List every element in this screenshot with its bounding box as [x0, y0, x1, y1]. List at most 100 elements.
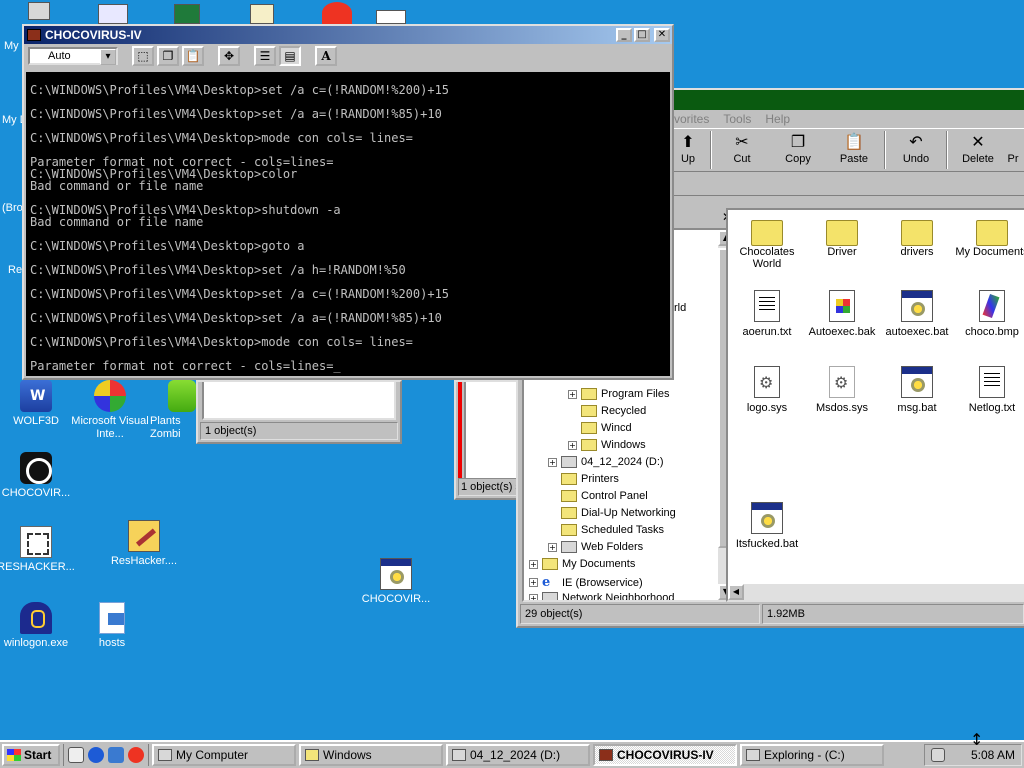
file-item[interactable]: drivers [878, 216, 956, 258]
task-exploring-c[interactable]: Exploring - (C:) [740, 744, 884, 766]
desktop-partial-label-1: My [4, 40, 19, 52]
task-windows[interactable]: Windows [299, 744, 443, 766]
up-folder-icon: ⬆ [681, 132, 695, 151]
file-item[interactable]: aoerun.txt [728, 290, 806, 338]
tree-item-dial-up-networking[interactable]: Dial-Up Networking [561, 507, 676, 519]
background-button[interactable]: ▤ [279, 46, 301, 66]
minimize-button[interactable]: _ [616, 28, 632, 42]
file-item[interactable]: Autoexec.bak [803, 290, 881, 338]
desktop-icon-winlogon[interactable]: winlogon.exe [0, 602, 76, 650]
desktop-icon-chocovirus-2[interactable]: CHOCOVIR... [356, 558, 436, 606]
font-size-select[interactable]: Auto [28, 47, 118, 65]
windows-logo-icon [7, 749, 21, 761]
window-app-icon[interactable] [376, 10, 406, 24]
font-button[interactable]: A [315, 46, 337, 66]
desktop-icon-chocovirus-1[interactable]: CHOCOVIR... [0, 452, 76, 500]
folder-icon [581, 422, 597, 434]
full-screen-button[interactable]: ✥ [218, 46, 240, 66]
outlook-express-icon[interactable] [108, 747, 124, 763]
clipboard-icon: 📋 [844, 132, 864, 151]
desktop-icon-reshacker-1[interactable]: RESHACKER... [0, 526, 76, 574]
console-window[interactable]: CHOCOVIRUS-IV _ □ ✕ Auto ⬚ ❐ 📋 ✥ ☰ ▤ A C… [22, 24, 674, 380]
file-item[interactable]: My Documents [953, 216, 1024, 258]
internet-explorer-icon[interactable] [88, 747, 104, 763]
copy-button[interactable]: ❐ [157, 46, 179, 66]
toolbar-separator [710, 131, 712, 169]
file-item[interactable]: Netlog.txt [953, 366, 1024, 414]
tree-item-drive-d[interactable]: +04_12_2024 (D:) [548, 456, 664, 468]
menu-favorites[interactable]: vorites [674, 112, 709, 126]
toolbar-paste-button[interactable]: 📋 Paste [826, 131, 882, 165]
properties-button[interactable]: ☰ [254, 46, 276, 66]
msdos-icon [599, 749, 613, 761]
tree-item-ie-browservice[interactable]: + e IE (Browservice) [529, 575, 643, 590]
tree-item-web-folders[interactable]: + Web Folders [548, 541, 643, 553]
tree-item-windows[interactable]: + Windows [568, 439, 646, 451]
file-item[interactable]: Chocolates World [728, 216, 806, 270]
file-item[interactable]: choco.bmp [953, 290, 1024, 338]
scheduler-tray-icon[interactable] [931, 748, 945, 762]
clock[interactable]: 5:08 AM [971, 748, 1015, 762]
close-button[interactable]: ✕ [654, 28, 670, 42]
explorer-icon [746, 749, 760, 761]
desktop-icon-hosts[interactable]: hosts [72, 602, 152, 650]
file-item[interactable]: Msdos.sys [803, 366, 881, 414]
desktop-icon-my-computer[interactable] [0, 2, 60, 23]
background-window-drive-d[interactable]: 1 object(s) s [454, 380, 524, 500]
tree-item-control-panel[interactable]: Control Panel [561, 490, 648, 502]
toolbar-properties-button[interactable]: Pr [1006, 131, 1020, 165]
file-item[interactable]: msg.bat [878, 366, 956, 414]
tree-item-my-documents[interactable]: + My Documents [529, 558, 635, 570]
menu-help[interactable]: Help [765, 112, 790, 126]
outlook-icon[interactable] [98, 4, 128, 24]
file-item[interactable]: autoexec.bat [878, 290, 956, 338]
undo-icon: ↶ [909, 132, 923, 151]
opera-icon[interactable] [322, 2, 352, 24]
desktop-icon-reshacker-2[interactable]: ResHacker.... [104, 520, 184, 568]
toolbar-delete-button[interactable]: ✕ Delete [950, 131, 1006, 165]
tree-item-printers[interactable]: Printers [561, 473, 619, 485]
file-list-pane[interactable]: Chocolates World Driver drivers My Docum… [726, 208, 1024, 602]
toolbar-cut-button[interactable]: ✂ Cut [714, 131, 770, 165]
toolbar-up-button[interactable]: ⬆ Up [668, 131, 708, 165]
scroll-left-icon[interactable]: ◀ [728, 584, 744, 600]
tree-item-network-neighborhood[interactable]: + Network Neighborhood [529, 592, 675, 600]
toolbar-copy-button[interactable]: ❐ Copy [770, 131, 826, 165]
msdos-icon [27, 29, 41, 41]
tree-item-program-files[interactable]: + Program Files [568, 388, 669, 400]
folder-icon [901, 220, 933, 246]
task-my-computer[interactable]: My Computer [152, 744, 296, 766]
backup-file-icon [829, 290, 855, 322]
toolbar-undo-button[interactable]: ↶ Undo [888, 131, 944, 165]
console-screen[interactable]: C:\WINDOWS\Profiles\VM4\Desktop>set /a c… [26, 72, 670, 376]
internet-explorer-icon: e [542, 575, 551, 590]
paste-button[interactable]: 📋 [182, 46, 204, 66]
menu-tools[interactable]: Tools [723, 112, 751, 126]
start-button[interactable]: Start [2, 744, 60, 766]
show-desktop-icon[interactable] [68, 747, 84, 763]
background-window-my-computer[interactable]: 1 object(s) [196, 380, 402, 444]
tree-item-wincd[interactable]: Wincd [581, 422, 632, 434]
excel-icon[interactable] [174, 4, 200, 24]
mark-button[interactable]: ⬚ [132, 46, 154, 66]
file-item[interactable]: Driver [803, 216, 881, 258]
task-drive-d[interactable]: 04_12_2024 (D:) [446, 744, 590, 766]
opera-icon[interactable] [128, 747, 144, 763]
network-icon [542, 592, 558, 600]
desktop-icon-wolf3d[interactable]: WOLF3D [0, 380, 76, 428]
resize-cursor-icon: ↕ [970, 730, 984, 749]
clock-app-icon[interactable] [250, 4, 274, 24]
file-item[interactable]: Itsfucked.bat [728, 502, 806, 550]
copy-icon: ❐ [790, 132, 806, 151]
file-item[interactable]: logo.sys [728, 366, 806, 414]
console-titlebar[interactable]: CHOCOVIRUS-IV _ □ ✕ [24, 26, 672, 44]
scissors-icon: ✂ [735, 132, 749, 151]
desktop-icon-plants-zombies[interactable]: Plants Zombi [150, 380, 198, 441]
maximize-button[interactable]: □ [634, 28, 650, 42]
toolbar-separator [946, 131, 948, 169]
tree-item-scheduled-tasks[interactable]: Scheduled Tasks [561, 524, 664, 536]
desktop-icon-ms-visual-interdev[interactable]: Microsoft Visual Inte... [70, 380, 150, 441]
file-list-horizontal-scrollbar[interactable]: ◀ [728, 584, 1024, 600]
task-chocovirus[interactable]: CHOCOVIRUS-IV [593, 744, 737, 766]
tree-item-recycled[interactable]: Recycled [581, 405, 646, 417]
